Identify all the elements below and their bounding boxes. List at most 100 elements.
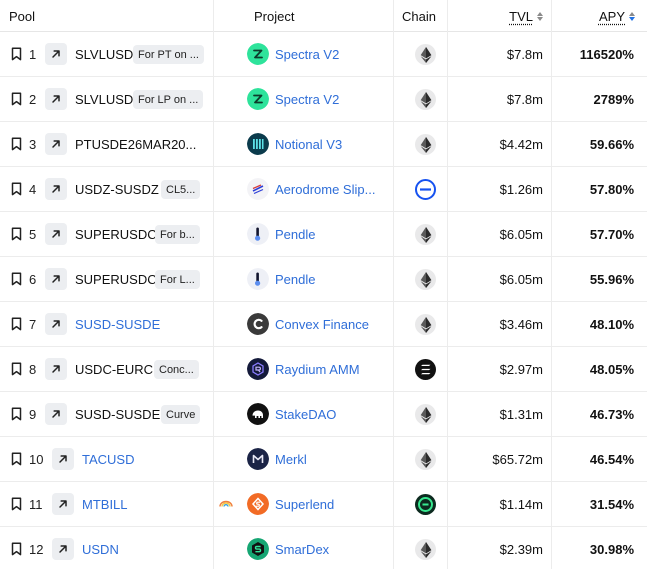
open-pool-link-icon[interactable] — [52, 493, 74, 515]
bookmark-icon[interactable] — [11, 227, 22, 241]
apy-value: 48.10% — [589, 317, 634, 332]
raydium-logo-icon — [247, 358, 269, 380]
table-row[interactable]: 8 USDC-EURC Conc... Raydium AMM $2.97m 48.05% — [0, 347, 647, 392]
bookmark-icon[interactable] — [11, 317, 22, 331]
aerodrome-logo-icon — [247, 178, 269, 200]
bookmark-icon[interactable] — [11, 452, 22, 466]
project-link[interactable]: StakeDAO — [275, 392, 336, 437]
row-rank: 9 — [29, 407, 37, 422]
open-pool-link-icon[interactable] — [52, 448, 74, 470]
project-link[interactable]: Merkl — [275, 437, 307, 482]
table-row[interactable]: 6 SUPERUSDC For L... Pendle $6.05m 55.96% — [0, 257, 647, 302]
base-chain-icon — [415, 179, 436, 200]
project-link[interactable]: Aerodrome Slip... — [275, 167, 375, 212]
open-pool-link-icon[interactable] — [45, 178, 67, 200]
ethereum-chain-icon — [415, 449, 436, 470]
row-rank: 6 — [29, 272, 37, 287]
notional-logo-icon — [247, 133, 269, 155]
project-link[interactable]: Notional V3 — [275, 122, 342, 167]
pool-symbol[interactable]: TACUSD — [82, 437, 134, 482]
project-link[interactable]: Convex Finance — [275, 302, 369, 347]
bookmark-icon[interactable] — [11, 272, 22, 286]
open-pool-link-icon[interactable] — [45, 358, 67, 380]
bookmark-icon[interactable] — [11, 542, 22, 556]
row-rank: 2 — [29, 92, 37, 107]
pendle-logo-icon — [247, 268, 269, 290]
bookmark-icon[interactable] — [11, 47, 22, 61]
apy-value: 46.73% — [589, 407, 634, 422]
tvl-value: $6.05m — [499, 227, 543, 242]
open-pool-link-icon[interactable] — [45, 133, 67, 155]
table-row[interactable]: 7 SUSD-SUSDE Convex Finance $3.46m 48.10% — [0, 302, 647, 347]
table-row[interactable]: 4 USDZ-SUSDZ CL5... Aerodrome Slip... $1.26m… — [0, 167, 647, 212]
yield-pools-table: Pool Project Chain TVL APY 1 SLVLUSD For P… — [0, 0, 647, 569]
tvl-value: $65.72m — [492, 452, 543, 467]
tvl-value: $2.39m — [499, 542, 543, 557]
apy-value: 2789% — [593, 92, 634, 107]
table-row[interactable]: 2 SLVLUSD For LP on ... Spectra V2 $7.8m 2789… — [0, 77, 647, 122]
apy-value: 31.54% — [589, 497, 634, 512]
open-pool-link-icon[interactable] — [45, 313, 67, 335]
superlend-logo-icon — [247, 493, 269, 515]
header-tvl-sort[interactable]: TVL — [509, 0, 543, 32]
bookmark-icon[interactable] — [11, 362, 22, 376]
pool-symbol: PTUSDE26MAR20... — [75, 137, 197, 152]
pool-symbol[interactable]: MTBILL — [82, 482, 128, 527]
pool-symbol: SUSD-SUSDE — [75, 407, 161, 422]
spectra-logo-icon — [247, 43, 269, 65]
project-link[interactable]: Spectra V2 — [275, 32, 339, 77]
open-pool-link-icon[interactable] — [45, 223, 67, 245]
row-rank: 10 — [29, 452, 44, 467]
table-body: 1 SLVLUSD For PT on ... Spectra V2 $7.8m 1165… — [0, 32, 647, 569]
tvl-value: $6.05m — [499, 272, 543, 287]
project-link[interactable]: Superlend — [275, 482, 334, 527]
merkl-logo-icon — [247, 448, 269, 470]
project-link[interactable]: Spectra V2 — [275, 77, 339, 122]
pool-symbol[interactable]: SUSD-SUSDE — [75, 302, 160, 347]
pool-meta-tag: Curve — [161, 405, 201, 424]
pool-meta-tag: For L... — [155, 270, 200, 289]
project-link[interactable]: Pendle — [275, 212, 315, 257]
tvl-value: $1.14m — [499, 497, 543, 512]
row-rank: 7 — [29, 317, 37, 332]
spectra-logo-icon — [247, 88, 269, 110]
bookmark-icon[interactable] — [11, 92, 22, 106]
open-pool-link-icon[interactable] — [45, 403, 67, 425]
table-row[interactable]: 3 PTUSDE26MAR20... Notional V3 $4.42m 59.66% — [0, 122, 647, 167]
table-row[interactable]: 12 USDN SmarDex $2.39m 30.98% — [0, 527, 647, 569]
pool-symbol: SLVLUSD — [75, 47, 134, 62]
open-pool-link-icon[interactable] — [45, 43, 67, 65]
apy-value: 46.54% — [589, 452, 634, 467]
table-row[interactable]: 1 SLVLUSD For PT on ... Spectra V2 $7.8m 1165… — [0, 32, 647, 77]
open-pool-link-icon[interactable] — [45, 88, 67, 110]
rainbow-reward-icon — [219, 497, 233, 511]
open-pool-link-icon[interactable] — [52, 538, 74, 560]
project-link[interactable]: SmarDex — [275, 527, 329, 569]
ethereum-chain-icon — [415, 89, 436, 110]
header-project: Project — [254, 8, 295, 24]
table-row[interactable]: 9 SUSD-SUSDE Curve StakeDAO $1.31m 46.73% — [0, 392, 647, 437]
project-link[interactable]: Pendle — [275, 257, 315, 302]
table-row[interactable]: 11 MTBILL Superlend $1.14m 31.54% — [0, 482, 647, 527]
table-row[interactable]: 10 TACUSD Merkl $65.72m 46.54% — [0, 437, 647, 482]
table-row[interactable]: 5 SUPERUSDC For b... Pendle $6.05m 57.70% — [0, 212, 647, 257]
ethereum-chain-icon — [415, 404, 436, 425]
project-link[interactable]: Raydium AMM — [275, 347, 360, 392]
bookmark-icon[interactable] — [11, 407, 22, 421]
row-rank: 4 — [29, 182, 37, 197]
header-apy-sort[interactable]: APY — [599, 0, 635, 32]
ethereum-chain-icon — [415, 269, 436, 290]
tvl-value: $4.42m — [499, 137, 543, 152]
apy-value: 55.96% — [589, 272, 634, 287]
open-pool-link-icon[interactable] — [45, 268, 67, 290]
pendle-logo-icon — [247, 223, 269, 245]
pool-symbol[interactable]: USDN — [82, 527, 119, 569]
sort-desc-active-icon — [629, 11, 635, 21]
bookmark-icon[interactable] — [11, 182, 22, 196]
bookmark-icon[interactable] — [11, 137, 22, 151]
sort-arrows-icon — [537, 11, 543, 21]
pool-symbol: SUPERUSDC — [75, 227, 157, 242]
tvl-value: $1.31m — [499, 407, 543, 422]
bookmark-icon[interactable] — [11, 497, 22, 511]
tvl-value: $3.46m — [499, 317, 543, 332]
